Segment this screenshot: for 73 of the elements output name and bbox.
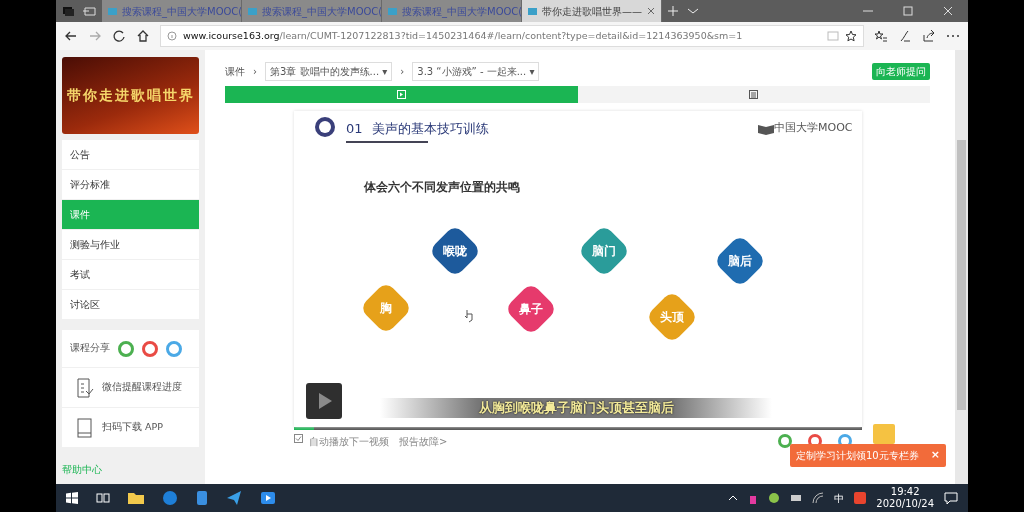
promo-text: 定制学习计划领10元专栏券 <box>796 448 919 463</box>
clock-time[interactable]: 19:42 <box>890 486 920 498</box>
folder-icon[interactable] <box>128 492 144 504</box>
app-download-link[interactable]: 扫码下载 APP <box>102 420 163 435</box>
video-icon <box>396 90 406 99</box>
breadcrumb-separator: › <box>253 64 257 79</box>
checklist-icon <box>76 377 94 398</box>
banner-title: 带你走进歌唱世界 <box>66 86 195 105</box>
sidebar-item[interactable]: 公告 <box>62 140 199 170</box>
scrollbar-thumb[interactable] <box>957 140 966 410</box>
favicon-icon <box>388 7 397 15</box>
play-button-icon[interactable] <box>306 383 342 419</box>
refresh-icon[interactable] <box>112 29 126 43</box>
back-icon[interactable] <box>64 29 78 43</box>
input-method-indicator[interactable]: 中 <box>834 490 845 506</box>
favicon-icon <box>248 7 257 15</box>
address-field[interactable]: www.icourse163.org/learn/CUMT-1207122813?tid=1450231464#/learn/content?type=detail&id=1214363950&sm=1 <box>160 25 864 47</box>
weibo-share-icon[interactable] <box>142 340 158 357</box>
video-app-icon[interactable] <box>260 490 276 506</box>
slide-number: 01 <box>346 120 363 138</box>
brand-logo-text: 中国大学MOOC <box>774 120 853 136</box>
resonance-node: 脑后 <box>715 236 765 286</box>
task-view-icon[interactable] <box>96 492 110 504</box>
share-icon[interactable] <box>922 29 936 43</box>
sidebar-item[interactable]: 考试 <box>62 260 199 290</box>
start-icon[interactable] <box>66 492 78 504</box>
favicon-icon <box>108 7 117 15</box>
sidebar-item[interactable]: 讨论区 <box>62 290 199 320</box>
forward-icon[interactable] <box>88 29 102 43</box>
pen-icon[interactable] <box>898 29 912 43</box>
wechat-reminder-link[interactable]: 微信提醒课程进度 <box>102 380 182 395</box>
close-icon[interactable] <box>647 7 655 15</box>
chapter-select[interactable]: 第3章 歌唱中的发声练... ▾ <box>265 61 393 81</box>
scrollbar[interactable] <box>955 50 968 484</box>
sidebar-item[interactable]: 测验与作业 <box>62 230 199 260</box>
wechat-share-icon[interactable] <box>118 340 134 357</box>
battery-icon[interactable] <box>790 493 803 503</box>
video-progress-track[interactable] <box>294 427 862 430</box>
favorites-icon[interactable] <box>874 29 888 43</box>
resonance-node: 胸 <box>361 283 411 333</box>
document-icon <box>749 90 759 99</box>
resonance-node: 喉咙 <box>430 226 480 276</box>
autoplay-checkbox[interactable] <box>294 434 303 443</box>
favicon-icon <box>528 7 537 15</box>
resonance-node: 头顶 <box>647 292 697 342</box>
breadcrumb-separator: › <box>400 64 405 79</box>
share-label: 课程分享 <box>70 341 110 356</box>
university-seal-icon <box>314 116 336 138</box>
info-icon <box>167 31 177 41</box>
chevron-up-icon[interactable] <box>728 493 739 503</box>
clock-date[interactable]: 2020/10/24 <box>876 498 934 510</box>
resonance-node: 鼻子 <box>506 284 556 334</box>
home-icon[interactable] <box>136 29 150 43</box>
slide-title: 美声的基本技巧训练 <box>372 120 489 138</box>
slide-heading: 体会六个不同发声位置的共鸣 <box>364 179 520 196</box>
wifi-icon[interactable] <box>812 492 825 504</box>
breadcrumb-link[interactable]: 课件 <box>225 63 245 79</box>
tablet-icon <box>76 417 94 438</box>
autoplay-label: 自动播放下一视频 <box>309 435 389 449</box>
resonance-node: 脑门 <box>579 226 629 276</box>
browser-tab[interactable]: 带你走进歌唱世界—— <box>522 0 662 22</box>
tablet-app-icon[interactable] <box>196 490 208 506</box>
tray-app-icon[interactable] <box>768 492 781 504</box>
lesson-select[interactable]: 3.3 “小游戏” - 一起来... ▾ <box>412 61 540 81</box>
sogou-icon[interactable] <box>854 492 867 504</box>
book-logo-icon <box>758 123 774 135</box>
browser-icon[interactable] <box>162 490 178 506</box>
paper-plane-icon[interactable] <box>226 490 242 506</box>
subtitle-band: 从胸到喉咙鼻子脑门头顶甚至脑后 <box>380 398 772 418</box>
report-issue-link[interactable]: 报告故障> <box>399 434 448 449</box>
star-icon[interactable] <box>845 30 857 42</box>
qq-share-icon[interactable] <box>166 340 182 357</box>
notification-icon[interactable] <box>944 491 958 505</box>
